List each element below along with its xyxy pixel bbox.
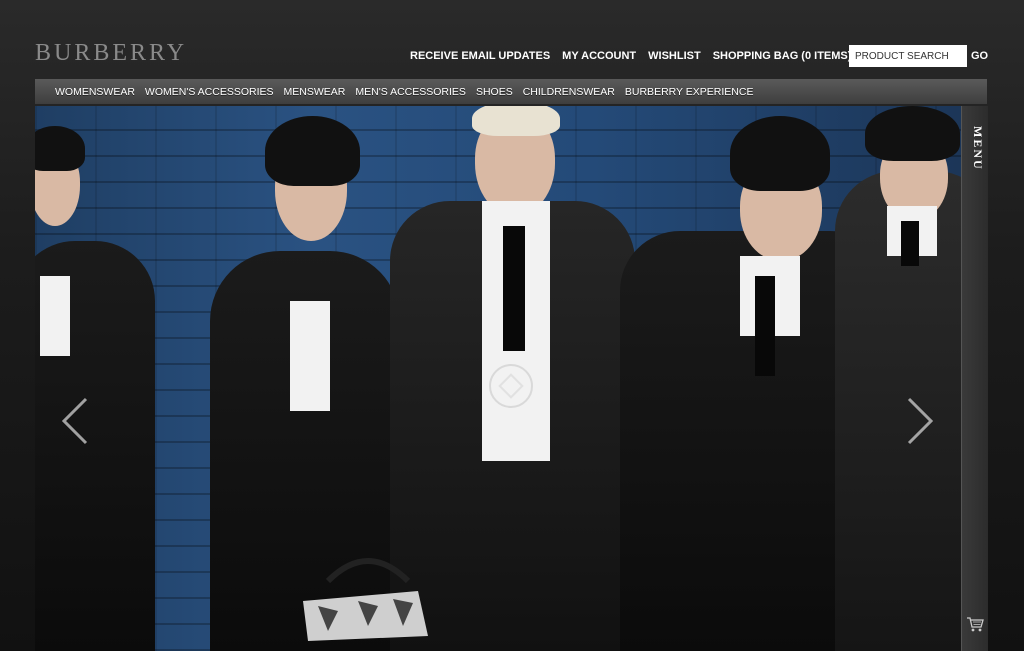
handbag-image: [303, 558, 428, 641]
nav-item-menswear[interactable]: MENSWEAR: [284, 86, 346, 98]
page: BURBERRY RECEIVE EMAIL UPDATES MY ACCOUN…: [0, 0, 1024, 651]
chevron-right-icon[interactable]: [905, 396, 935, 446]
nav-item-burberry-experience[interactable]: BURBERRY EXPERIENCE: [625, 86, 754, 98]
side-menu: MENU: [961, 106, 988, 651]
shopping-cart-icon[interactable]: [966, 616, 984, 632]
zoom-diamond-icon[interactable]: [489, 364, 533, 408]
product-search-input[interactable]: [849, 45, 967, 67]
nav-item-childrenswear[interactable]: CHILDRENSWEAR: [523, 86, 615, 98]
main-nav: WOMENSWEAR WOMEN'S ACCESSORIES MENSWEAR …: [35, 79, 987, 104]
hero-image: [35, 106, 961, 651]
nav-item-mens-accessories[interactable]: MEN'S ACCESSORIES: [355, 86, 466, 98]
menu-toggle[interactable]: MENU: [965, 126, 985, 171]
top-links: RECEIVE EMAIL UPDATES MY ACCOUNT WISHLIS…: [410, 50, 851, 62]
wishlist-link[interactable]: WISHLIST: [648, 50, 701, 62]
chevron-left-icon[interactable]: [60, 396, 90, 446]
shopping-bag-link[interactable]: SHOPPING BAG (0 ITEMS): [713, 50, 852, 62]
search-go-button[interactable]: GO: [971, 50, 988, 62]
email-updates-link[interactable]: RECEIVE EMAIL UPDATES: [410, 50, 550, 62]
nav-item-womens-accessories[interactable]: WOMEN'S ACCESSORIES: [145, 86, 274, 98]
burberry-logo[interactable]: BURBERRY: [35, 40, 187, 67]
my-account-link[interactable]: MY ACCOUNT: [562, 50, 636, 62]
nav-item-shoes[interactable]: SHOES: [476, 86, 513, 98]
nav-item-womenswear[interactable]: WOMENSWEAR: [55, 86, 135, 98]
